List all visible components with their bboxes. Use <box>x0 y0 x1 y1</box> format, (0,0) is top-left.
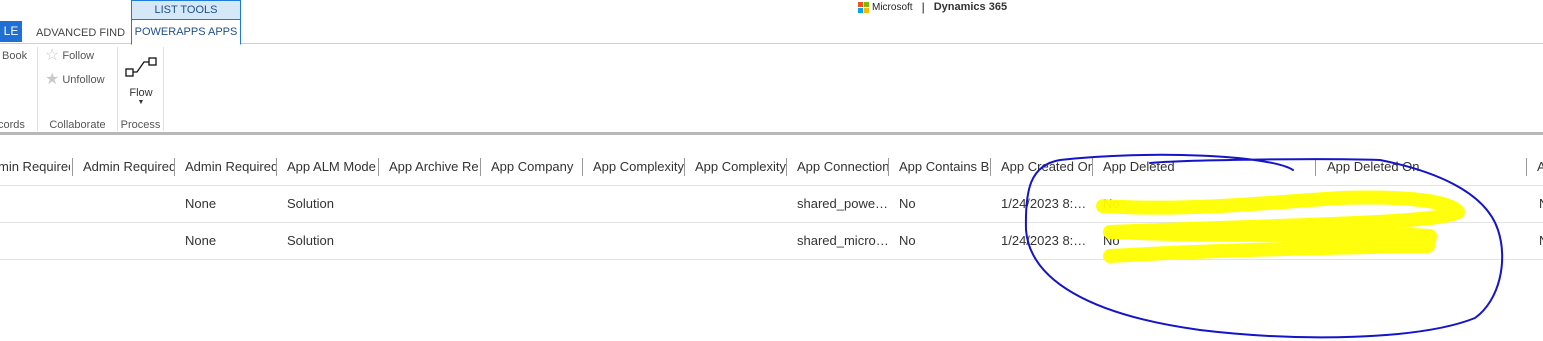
microsoft-logo-icon <box>858 1 869 13</box>
flow-button[interactable]: Flow ▼ <box>125 56 157 107</box>
column-resize-handle[interactable] <box>786 158 787 176</box>
grid-header-row: min Required Admin Required Admin Requir… <box>0 148 1543 186</box>
column-header[interactable]: App ALM Mode <box>287 148 378 185</box>
column-header[interactable]: Admin Required <box>83 148 174 185</box>
column-resize-handle[interactable] <box>684 158 685 176</box>
brand-product[interactable]: Dynamics 365 <box>934 1 1007 13</box>
table-cell: No <box>1103 233 1120 248</box>
tab-file[interactable]: LE <box>0 21 22 42</box>
flow-icon <box>125 57 157 77</box>
column-resize-handle[interactable] <box>582 158 583 176</box>
column-header[interactable]: App Complexity <box>695 148 786 185</box>
brand-separator: | <box>921 0 925 14</box>
column-resize-handle[interactable] <box>990 158 991 176</box>
column-header[interactable]: App Archive Re <box>389 148 480 185</box>
column-resize-handle[interactable] <box>480 158 481 176</box>
column-header[interactable]: App Complexity <box>593 148 684 185</box>
ribbon-group-collaborate: ☆ Follow ★ Unfollow Collaborate <box>38 44 117 132</box>
column-resize-handle[interactable] <box>888 158 889 176</box>
ribbon-divider <box>163 47 164 131</box>
book-button[interactable]: Book <box>2 50 27 62</box>
column-resize-handle[interactable] <box>1526 158 1527 176</box>
column-header[interactable]: App Deleted <box>1103 148 1303 185</box>
column-resize-handle[interactable] <box>276 158 277 176</box>
records-group-label: cords <box>0 119 25 131</box>
star-filled-icon: ★ <box>45 71 60 88</box>
column-resize-handle[interactable] <box>174 158 175 176</box>
table-cell: 1/24/2023 8:… <box>1001 233 1087 248</box>
follow-label: Follow <box>62 50 95 62</box>
table-cell: shared_powe… <box>797 196 888 211</box>
table-cell: Solution <box>287 196 334 211</box>
ribbon-tab-strip: LE ADVANCED FIND LIST TOOLS POWERAPPS AP… <box>0 0 1543 45</box>
column-header[interactable]: App Deleted On <box>1327 148 1517 185</box>
column-resize-handle[interactable] <box>1092 158 1093 176</box>
table-cell: shared_micro… <box>797 233 888 248</box>
column-resize-handle[interactable] <box>1315 158 1316 176</box>
ribbon-bottom-border <box>0 132 1543 135</box>
table-cell: 1/24/2023 8:… <box>1001 196 1087 211</box>
star-outline-icon: ☆ <box>45 47 60 64</box>
table-row[interactable]: None Solution shared_powe… No 1/24/2023 … <box>0 186 1543 223</box>
table-row[interactable]: None Solution shared_micro… No 1/24/2023… <box>0 223 1543 260</box>
collaborate-group-label: Collaborate <box>49 119 106 131</box>
flow-label: Flow <box>129 87 153 99</box>
table-cell: No <box>1103 196 1120 211</box>
table-cell: No <box>899 196 916 211</box>
process-group-label: Process <box>120 119 161 131</box>
table-cell: No <box>899 233 916 248</box>
follow-button[interactable]: ☆ Follow <box>45 47 95 64</box>
table-cell: Solution <box>287 233 334 248</box>
ribbon-group-records: Book cords <box>0 44 36 132</box>
column-header[interactable]: A <box>1537 148 1543 185</box>
ribbon: Book cords ☆ Follow ★ Unfollow Collabora… <box>0 44 1543 132</box>
table-cell: N <box>1539 186 1543 222</box>
column-header[interactable]: App Contains B <box>899 148 990 185</box>
unfollow-button[interactable]: ★ Unfollow <box>45 71 105 88</box>
records-grid: min Required Admin Required Admin Requir… <box>0 148 1543 260</box>
table-cell: None <box>185 233 217 248</box>
list-tools-context-group: LIST TOOLS POWERAPPS APPS <box>131 0 241 45</box>
column-resize-handle[interactable] <box>72 158 73 176</box>
column-header[interactable]: App Created On <box>1001 148 1092 185</box>
column-header[interactable]: Admin Required <box>185 148 276 185</box>
context-group-title: LIST TOOLS <box>131 0 241 19</box>
brand-company: Microsoft <box>872 1 913 13</box>
column-header[interactable]: App Connections <box>797 148 888 185</box>
column-header[interactable]: App Company <box>491 148 582 185</box>
table-cell: N <box>1539 223 1543 259</box>
column-resize-handle[interactable] <box>378 158 379 176</box>
brand-header: Microsoft | Dynamics 365 <box>858 0 1007 14</box>
table-cell: None <box>185 196 217 211</box>
tab-advanced-find[interactable]: ADVANCED FIND <box>36 27 125 39</box>
column-header[interactable]: min Required <box>0 148 70 185</box>
chevron-down-icon[interactable]: ▼ <box>125 99 157 107</box>
tab-powerapps-apps[interactable]: POWERAPPS APPS <box>131 19 241 45</box>
unfollow-label: Unfollow <box>62 74 105 86</box>
